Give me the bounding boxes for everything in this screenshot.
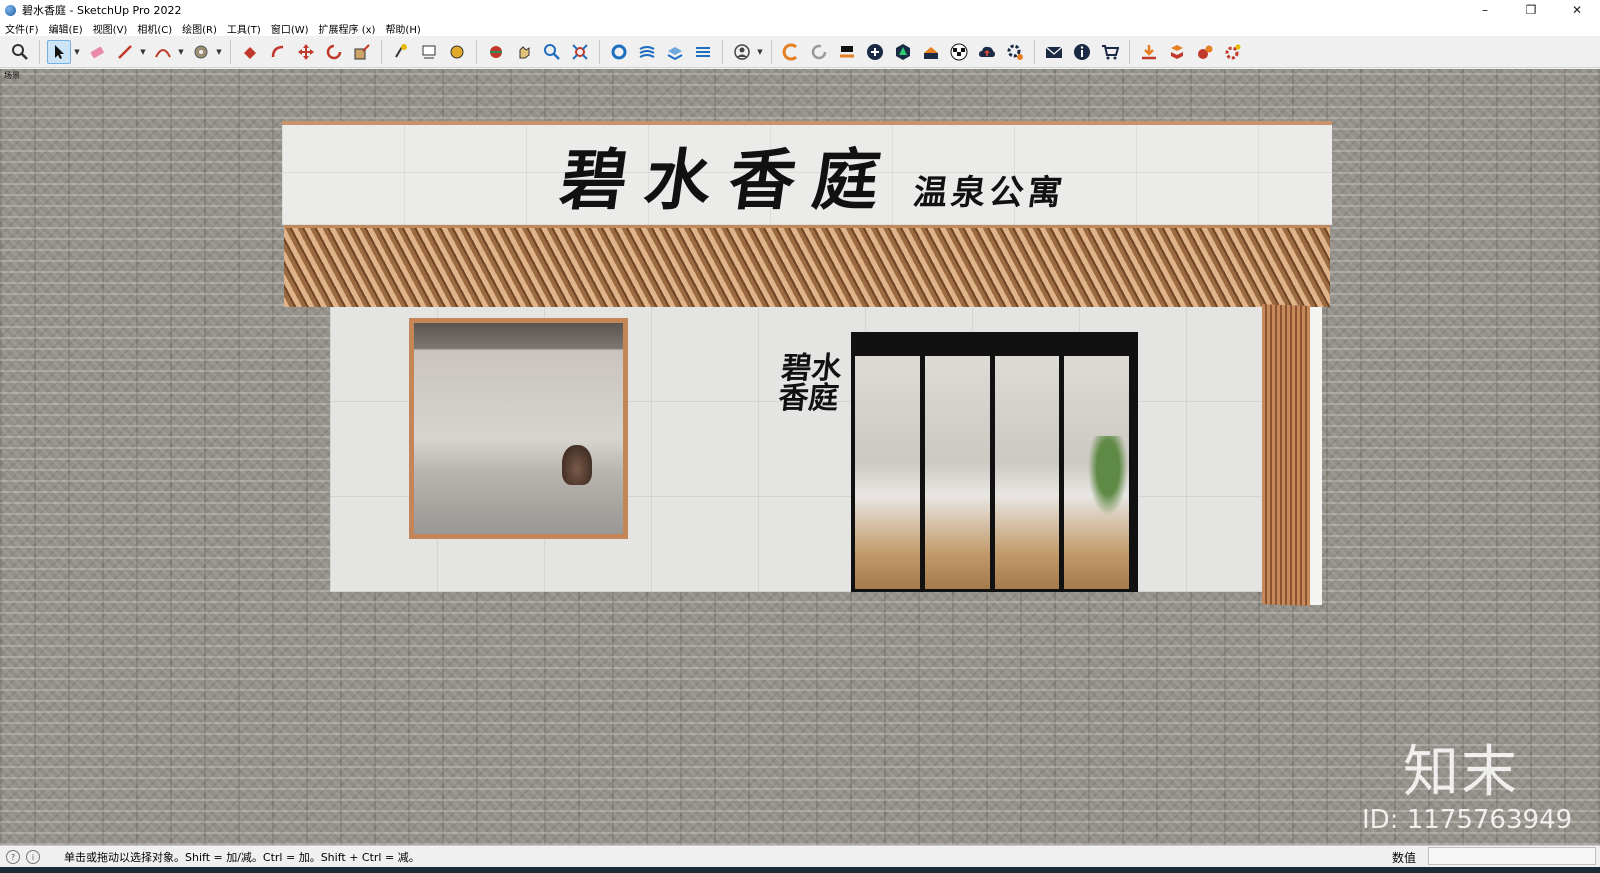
mail-icon[interactable] — [1042, 40, 1066, 64]
watermark-logo: 知末 — [1403, 740, 1519, 805]
push-pull-icon[interactable] — [266, 40, 290, 64]
title-bar: 碧水香庭 - SketchUp Pro 2022 – ❐ ✕ — [0, 0, 1600, 20]
menu-bar: 文件(F) 编辑(E) 视图(V) 相机(C) 绘图(R) 工具(T) 窗口(W… — [0, 20, 1600, 36]
export-icon[interactable] — [835, 40, 859, 64]
display-window — [409, 318, 628, 539]
door-panel — [995, 356, 1065, 589]
window-title: 碧水香庭 - SketchUp Pro 2022 — [22, 4, 182, 17]
window-glass — [414, 323, 623, 534]
arc-icon[interactable] — [151, 40, 175, 64]
watermark-id: ID: 1175763949 — [1362, 805, 1573, 835]
arc-dropdown-icon[interactable]: ▼ — [177, 48, 185, 56]
measurements-input[interactable] — [1428, 847, 1596, 865]
user-icon[interactable] — [730, 40, 754, 64]
zoom-extents-icon[interactable] — [8, 40, 32, 64]
paint-bucket-icon[interactable] — [238, 40, 262, 64]
wood-slat-canopy — [284, 225, 1330, 307]
layers-icon[interactable] — [635, 40, 659, 64]
vase-decor — [562, 445, 592, 485]
menu-tools[interactable]: 工具(T) — [222, 21, 266, 36]
pan-icon[interactable] — [512, 40, 536, 64]
select-icon[interactable] — [47, 39, 71, 64]
menu-edit[interactable]: 编辑(E) — [44, 21, 88, 36]
sign-main-text: 碧水香庭 — [555, 141, 903, 219]
toolbar-separator — [476, 39, 477, 64]
fog-icon[interactable] — [691, 40, 715, 64]
menu-view[interactable]: 视图(V) — [88, 21, 133, 36]
info-icon[interactable] — [1070, 40, 1094, 64]
taskbar-strip — [0, 867, 1600, 873]
user-dropdown-icon[interactable]: ▼ — [756, 48, 764, 56]
extension-icon[interactable] — [779, 40, 803, 64]
toolbar-separator — [39, 39, 40, 64]
styles-icon[interactable] — [607, 40, 631, 64]
dimension-icon[interactable] — [417, 40, 441, 64]
zoom-window-icon[interactable] — [568, 40, 592, 64]
pencil-dropdown-icon[interactable]: ▼ — [139, 48, 147, 56]
maximize-button[interactable]: ❐ — [1508, 0, 1554, 20]
sign-sub-text: 温泉公寓 — [910, 173, 1069, 213]
pencil-icon[interactable] — [113, 40, 137, 64]
vertical-sign-text: 碧水香庭 — [776, 351, 844, 416]
toolbar-separator — [599, 39, 600, 64]
plugin2-icon[interactable] — [1193, 40, 1217, 64]
model-viewport[interactable]: 场景 碧水香庭 温泉公寓 碧水香庭 知末 ID: 1175763949 — [0, 69, 1600, 845]
orbit-icon[interactable] — [484, 40, 508, 64]
select-dropdown-icon[interactable]: ▼ — [73, 48, 81, 56]
warehouse-icon[interactable] — [891, 40, 915, 64]
geo-icon[interactable] — [919, 40, 943, 64]
move-icon[interactable] — [294, 40, 318, 64]
tape-icon[interactable] — [189, 40, 213, 64]
glass-door — [851, 332, 1138, 592]
rotate-icon[interactable] — [322, 40, 346, 64]
door-glass — [855, 356, 1134, 589]
cart-icon[interactable] — [1098, 40, 1122, 64]
toolbar-separator — [1129, 39, 1130, 64]
menu-window[interactable]: 窗口(W) — [266, 21, 314, 36]
close-button[interactable]: ✕ — [1554, 0, 1600, 20]
toolbar-separator — [230, 39, 231, 64]
scene-tab[interactable]: 场景 — [4, 70, 20, 81]
section-icon[interactable] — [445, 40, 469, 64]
settings-icon[interactable] — [1003, 40, 1027, 64]
minimize-button[interactable]: – — [1462, 0, 1508, 20]
refresh-icon[interactable] — [807, 40, 831, 64]
plant-decor — [1088, 436, 1128, 516]
toolbar-separator — [722, 39, 723, 64]
shadows-icon[interactable] — [663, 40, 687, 64]
geo-location-icon[interactable]: ? — [6, 850, 20, 864]
toolbar-separator — [381, 39, 382, 64]
measurements-label: 数值 — [1392, 851, 1417, 865]
toolbar-separator — [771, 39, 772, 64]
status-bar: ? i 单击或拖动以选择对象。Shift = 加/减。Ctrl = 加。Shif… — [0, 845, 1600, 868]
gear-icon[interactable] — [1221, 40, 1245, 64]
shop-sign-board: 碧水香庭 温泉公寓 — [282, 121, 1332, 225]
menu-camera[interactable]: 相机(C) — [132, 21, 177, 36]
toolbar-separator — [1034, 39, 1035, 64]
plugin-icon[interactable] — [1165, 40, 1189, 64]
sketchup-logo-icon — [5, 4, 16, 16]
eraser-icon[interactable] — [85, 40, 109, 64]
cloud-icon[interactable] — [975, 40, 999, 64]
scale-icon[interactable] — [350, 40, 374, 64]
download-icon[interactable] — [1137, 40, 1161, 64]
wall-edge — [1310, 307, 1322, 605]
chess-icon[interactable] — [947, 40, 971, 64]
info-status-icon[interactable]: i — [26, 850, 40, 864]
main-toolbar: ▼ ▼ ▼ ▼ ▼ — [0, 36, 1600, 68]
window-controls: – ❐ ✕ — [1462, 0, 1600, 20]
tape-dropdown-icon[interactable]: ▼ — [215, 48, 223, 56]
door-panel — [925, 356, 995, 589]
menu-file[interactable]: 文件(F) — [0, 21, 44, 36]
side-wood-slats — [1262, 304, 1310, 606]
menu-help[interactable]: 帮助(H) — [380, 21, 425, 36]
text-icon[interactable] — [389, 40, 413, 64]
menu-draw[interactable]: 绘图(R) — [177, 21, 222, 36]
zoom-icon[interactable] — [540, 40, 564, 64]
door-panel — [855, 356, 925, 589]
menu-extensions[interactable]: 扩展程序 (x) — [314, 21, 381, 36]
status-hint: 单击或拖动以选择对象。Shift = 加/减。Ctrl = 加。Shift + … — [64, 851, 420, 864]
add-icon[interactable] — [863, 40, 887, 64]
